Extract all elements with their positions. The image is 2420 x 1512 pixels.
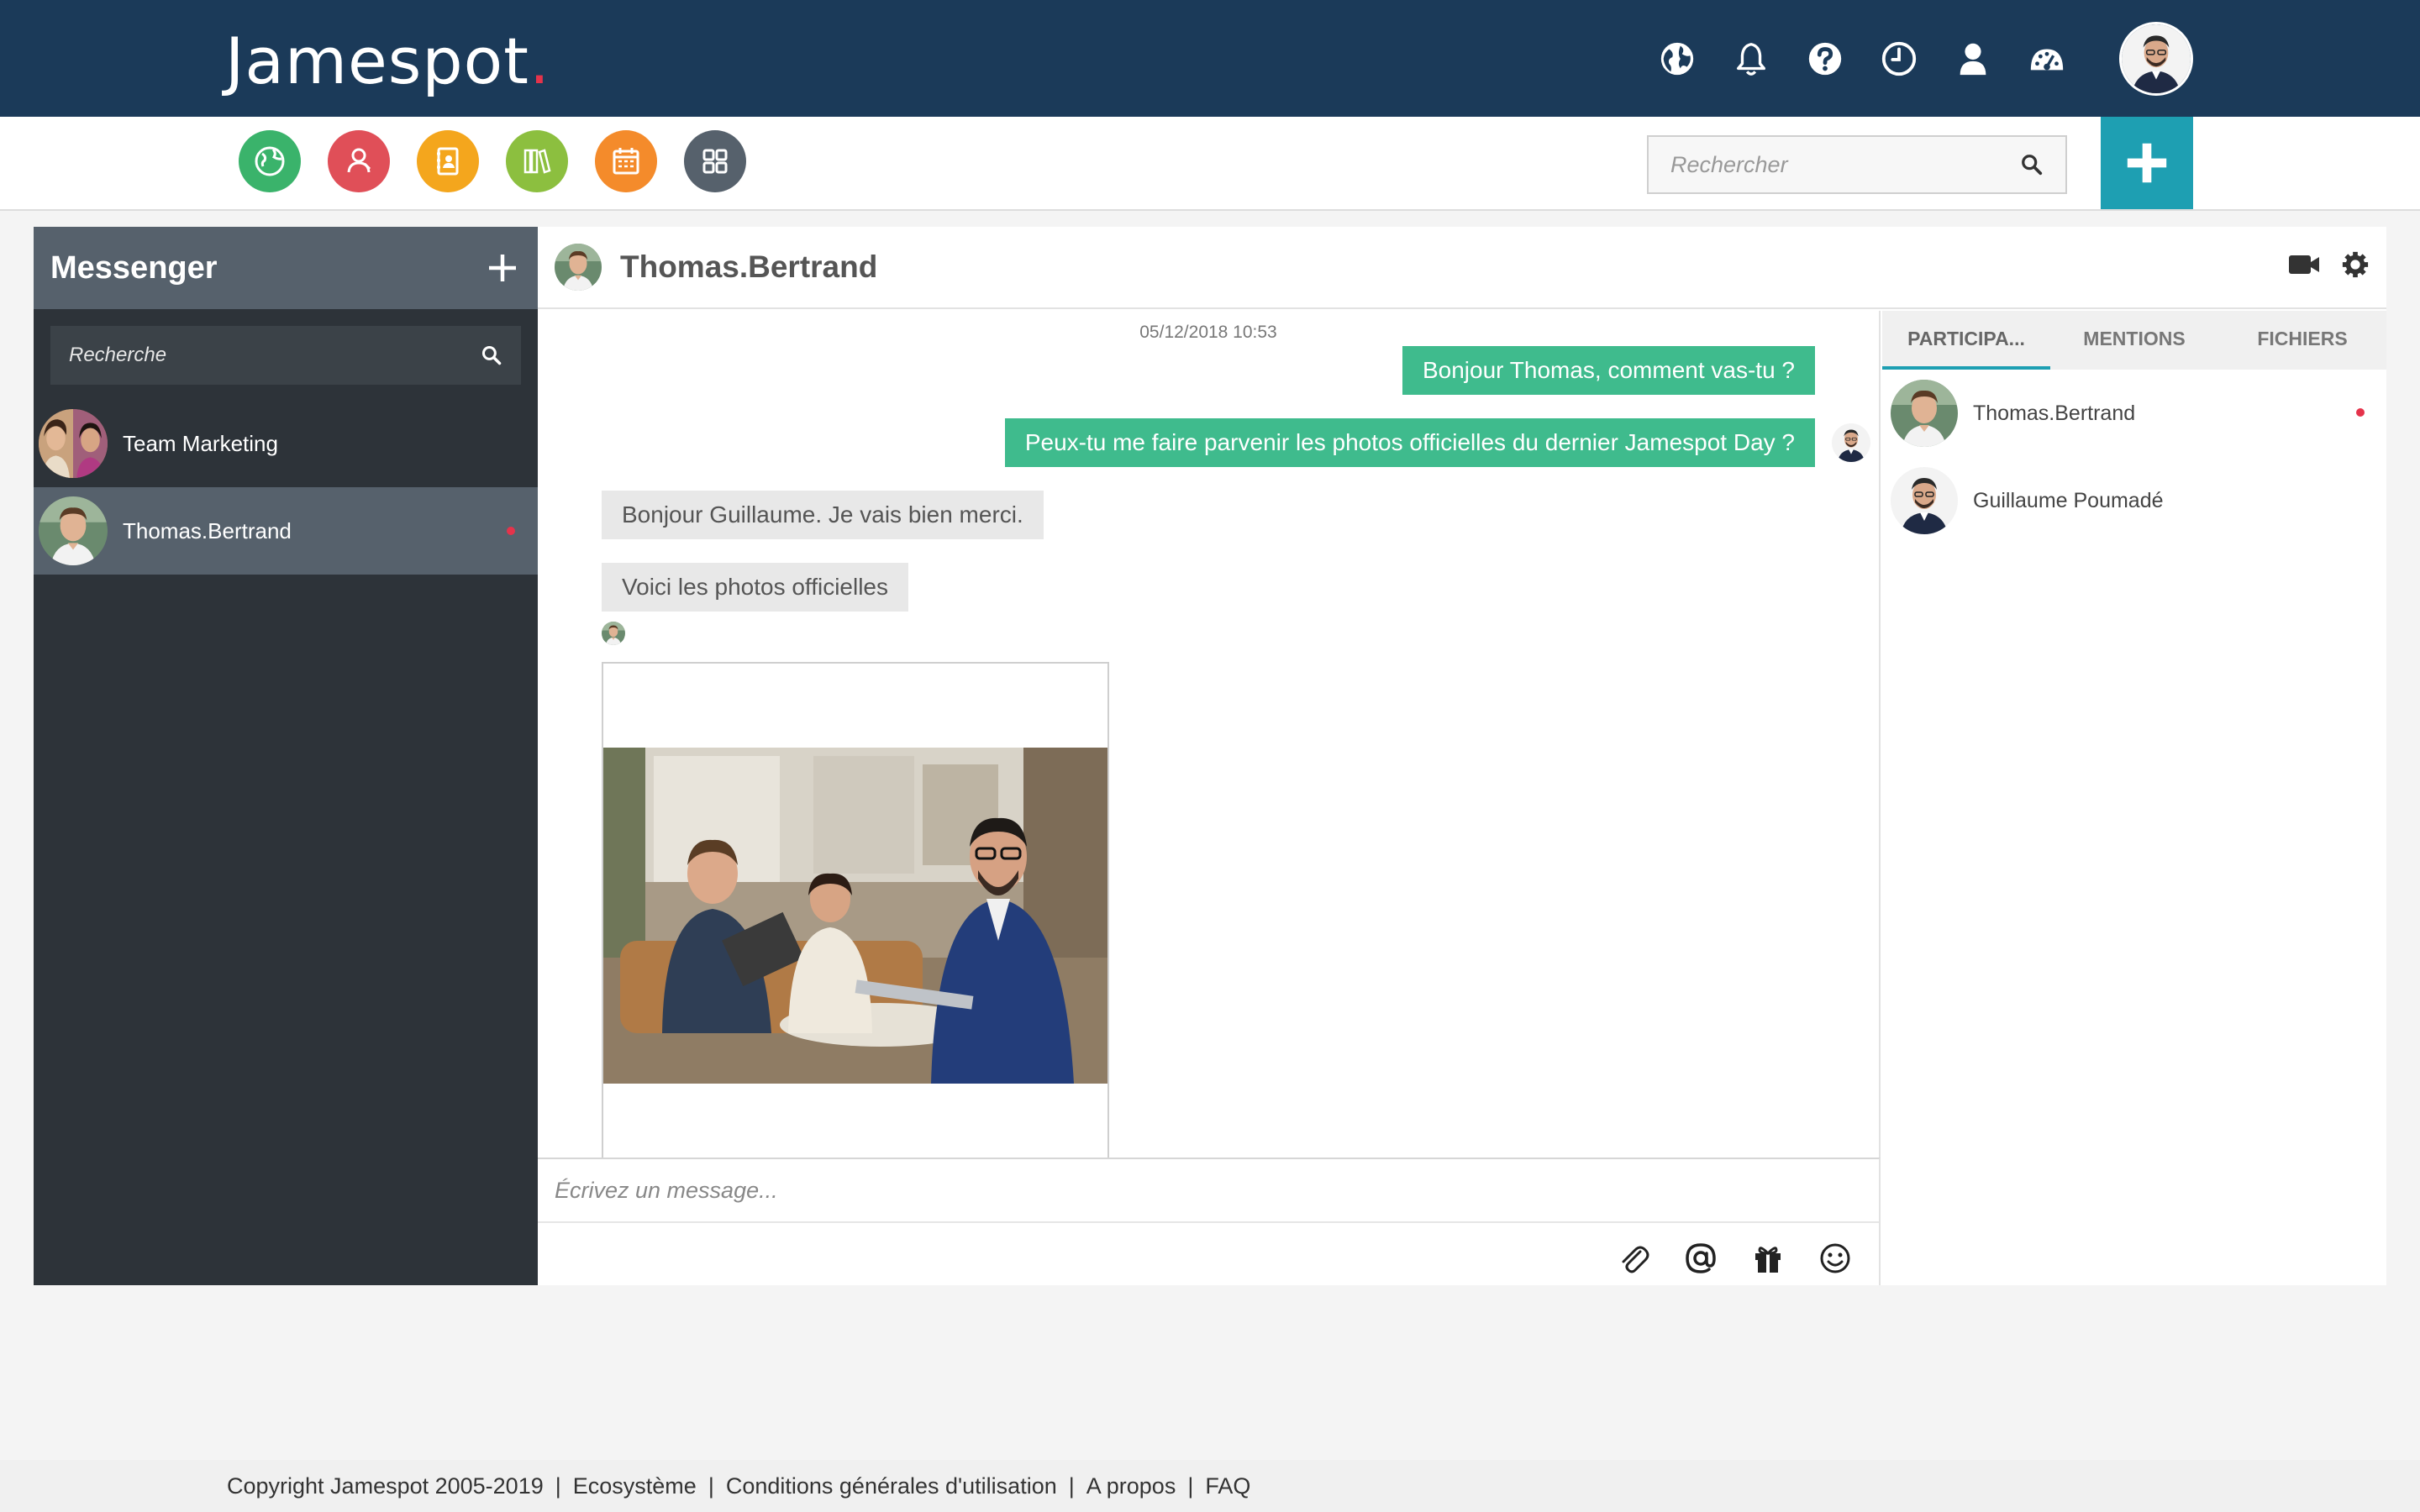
message-list[interactable]: 05/12/2018 10:53 Bonjour Thomas, comment… [538, 311, 1881, 1158]
footer-separator: | [708, 1473, 714, 1499]
globe-icon [255, 146, 285, 176]
footer-link-terms[interactable]: Conditions générales d'utilisation [726, 1473, 1057, 1499]
photo-attachment[interactable] [602, 662, 1109, 1158]
message-incoming: Bonjour Guillaume. Je vais bien merci. [602, 491, 1044, 539]
message-incoming: Voici les photos officielles [602, 563, 908, 612]
library-app-button[interactable] [506, 130, 568, 192]
globe-icon[interactable] [1657, 39, 1697, 79]
jamespot-logo[interactable]: Jamespot. [225, 24, 550, 98]
emoji-button[interactable] [1817, 1240, 1854, 1277]
online-status-dot [2356, 408, 2365, 417]
mention-button[interactable] [1682, 1240, 1719, 1277]
search-icon[interactable] [2020, 153, 2044, 176]
help-icon[interactable] [1805, 39, 1845, 79]
header-icons [1657, 21, 2193, 97]
address-book-icon [437, 147, 459, 176]
thomas-bertrand-avatar [39, 496, 108, 565]
tab-participants[interactable]: PARTICIPA... [1882, 311, 2050, 370]
tab-files[interactable]: FICHIERS [2218, 311, 2386, 370]
contacts-app-button[interactable] [328, 130, 390, 192]
apps-bar [0, 117, 2420, 211]
user-icon[interactable] [1953, 39, 1993, 79]
footer-separator: | [1068, 1473, 1075, 1499]
footer-separator: | [1187, 1473, 1194, 1499]
attach-file-button[interactable] [1615, 1240, 1652, 1277]
smiley-icon [1820, 1243, 1850, 1273]
message-timestamp: 05/12/2018 10:53 [1139, 323, 1277, 342]
message-input[interactable] [555, 1177, 1862, 1204]
app-shortcuts [239, 130, 746, 192]
chat-tools [2287, 250, 2370, 279]
directory-app-button[interactable] [417, 130, 479, 192]
users-icon [347, 148, 371, 173]
chat-header: Thomas.Bertrand [538, 227, 2386, 309]
composer-input-row [538, 1159, 1879, 1223]
globe-app-button[interactable] [239, 130, 301, 192]
message-composer [538, 1158, 1881, 1285]
create-button[interactable] [2101, 117, 2193, 209]
plus-icon [2127, 143, 2167, 183]
settings-gear-icon[interactable] [2341, 250, 2370, 279]
conversation-name: Thomas.Bertrand [123, 517, 292, 543]
at-sign-icon [1686, 1243, 1716, 1273]
contact-avatar[interactable] [555, 244, 602, 291]
apps-grid-button[interactable] [684, 130, 746, 192]
copyright-text: Copyright Jamespot 2005-2019 [227, 1473, 544, 1499]
chat-title: Thomas.Bertrand [620, 249, 878, 284]
conversation-item-active[interactable]: Thomas.Bertrand [34, 487, 538, 575]
messenger-search-input[interactable] [69, 344, 481, 367]
global-search-input[interactable] [1670, 151, 2020, 178]
calendar-app-button[interactable] [595, 130, 657, 192]
composer-tools [1615, 1240, 1854, 1277]
global-search [1647, 135, 2067, 194]
video-call-icon[interactable] [2287, 252, 2321, 277]
logo-dot: . [529, 24, 551, 98]
paperclip-icon [1622, 1246, 1649, 1273]
tab-mentions[interactable]: MENTIONS [2050, 311, 2218, 370]
sender-avatar [1832, 423, 1870, 462]
gift-icon [1755, 1247, 1781, 1273]
messenger-sidebar: Messenger Team Marketing Thomas.Bertrand [34, 227, 538, 1285]
footer-link-about[interactable]: A propos [1086, 1473, 1176, 1499]
sender-avatar [602, 622, 625, 645]
panel-tabs: PARTICIPA... MENTIONS FICHIERS [1882, 311, 2386, 370]
participant-item[interactable]: Thomas.Bertrand [1882, 370, 2386, 457]
gift-button[interactable] [1749, 1240, 1786, 1277]
team-marketing-avatar [39, 409, 108, 478]
bell-icon[interactable] [1731, 39, 1771, 79]
search-icon[interactable] [481, 344, 502, 366]
participant-avatar [1891, 380, 1958, 447]
conversation-details-panel: PARTICIPA... MENTIONS FICHIERS Thomas.Be… [1882, 311, 2386, 1285]
calendar-icon [613, 148, 639, 175]
page-footer: Copyright Jamespot 2005-2019 | Ecosystèm… [0, 1460, 2420, 1512]
dashboard-icon[interactable] [2027, 39, 2067, 79]
participant-name: Guillaume Poumadé [1973, 488, 2164, 512]
messenger-title: Messenger [50, 249, 218, 286]
conversation-name: Team Marketing [123, 430, 278, 456]
online-status-dot [507, 527, 515, 535]
message-outgoing: Bonjour Thomas, comment vas-tu ? [1402, 346, 1815, 395]
participant-name: Thomas.Bertrand [1973, 401, 2136, 425]
attached-photo[interactable] [603, 748, 1107, 1084]
footer-separator: | [555, 1473, 561, 1499]
participant-item[interactable]: Guillaume Poumadé [1882, 457, 2386, 544]
footer-link-faq[interactable]: FAQ [1205, 1473, 1250, 1499]
footer-link-ecosystem[interactable]: Ecosystème [573, 1473, 697, 1499]
logo-text: Jamespot [225, 24, 529, 98]
books-icon [523, 149, 551, 174]
clock-icon[interactable] [1879, 39, 1919, 79]
message-outgoing: Peux-tu me faire parvenir les photos off… [1004, 418, 1815, 467]
new-conversation-icon[interactable] [486, 251, 519, 285]
messenger-search [50, 326, 521, 385]
conversation-item[interactable]: Team Marketing [34, 400, 538, 487]
participant-avatar [1891, 467, 1958, 534]
current-user-avatar[interactable] [2119, 22, 2193, 96]
chat-window: Thomas.Bertrand 05/12/2018 10:53 Bonjour… [538, 227, 2386, 1285]
top-navigation-bar: Jamespot. [0, 0, 2420, 117]
messenger-header: Messenger [34, 227, 538, 309]
grid-icon [702, 149, 728, 174]
